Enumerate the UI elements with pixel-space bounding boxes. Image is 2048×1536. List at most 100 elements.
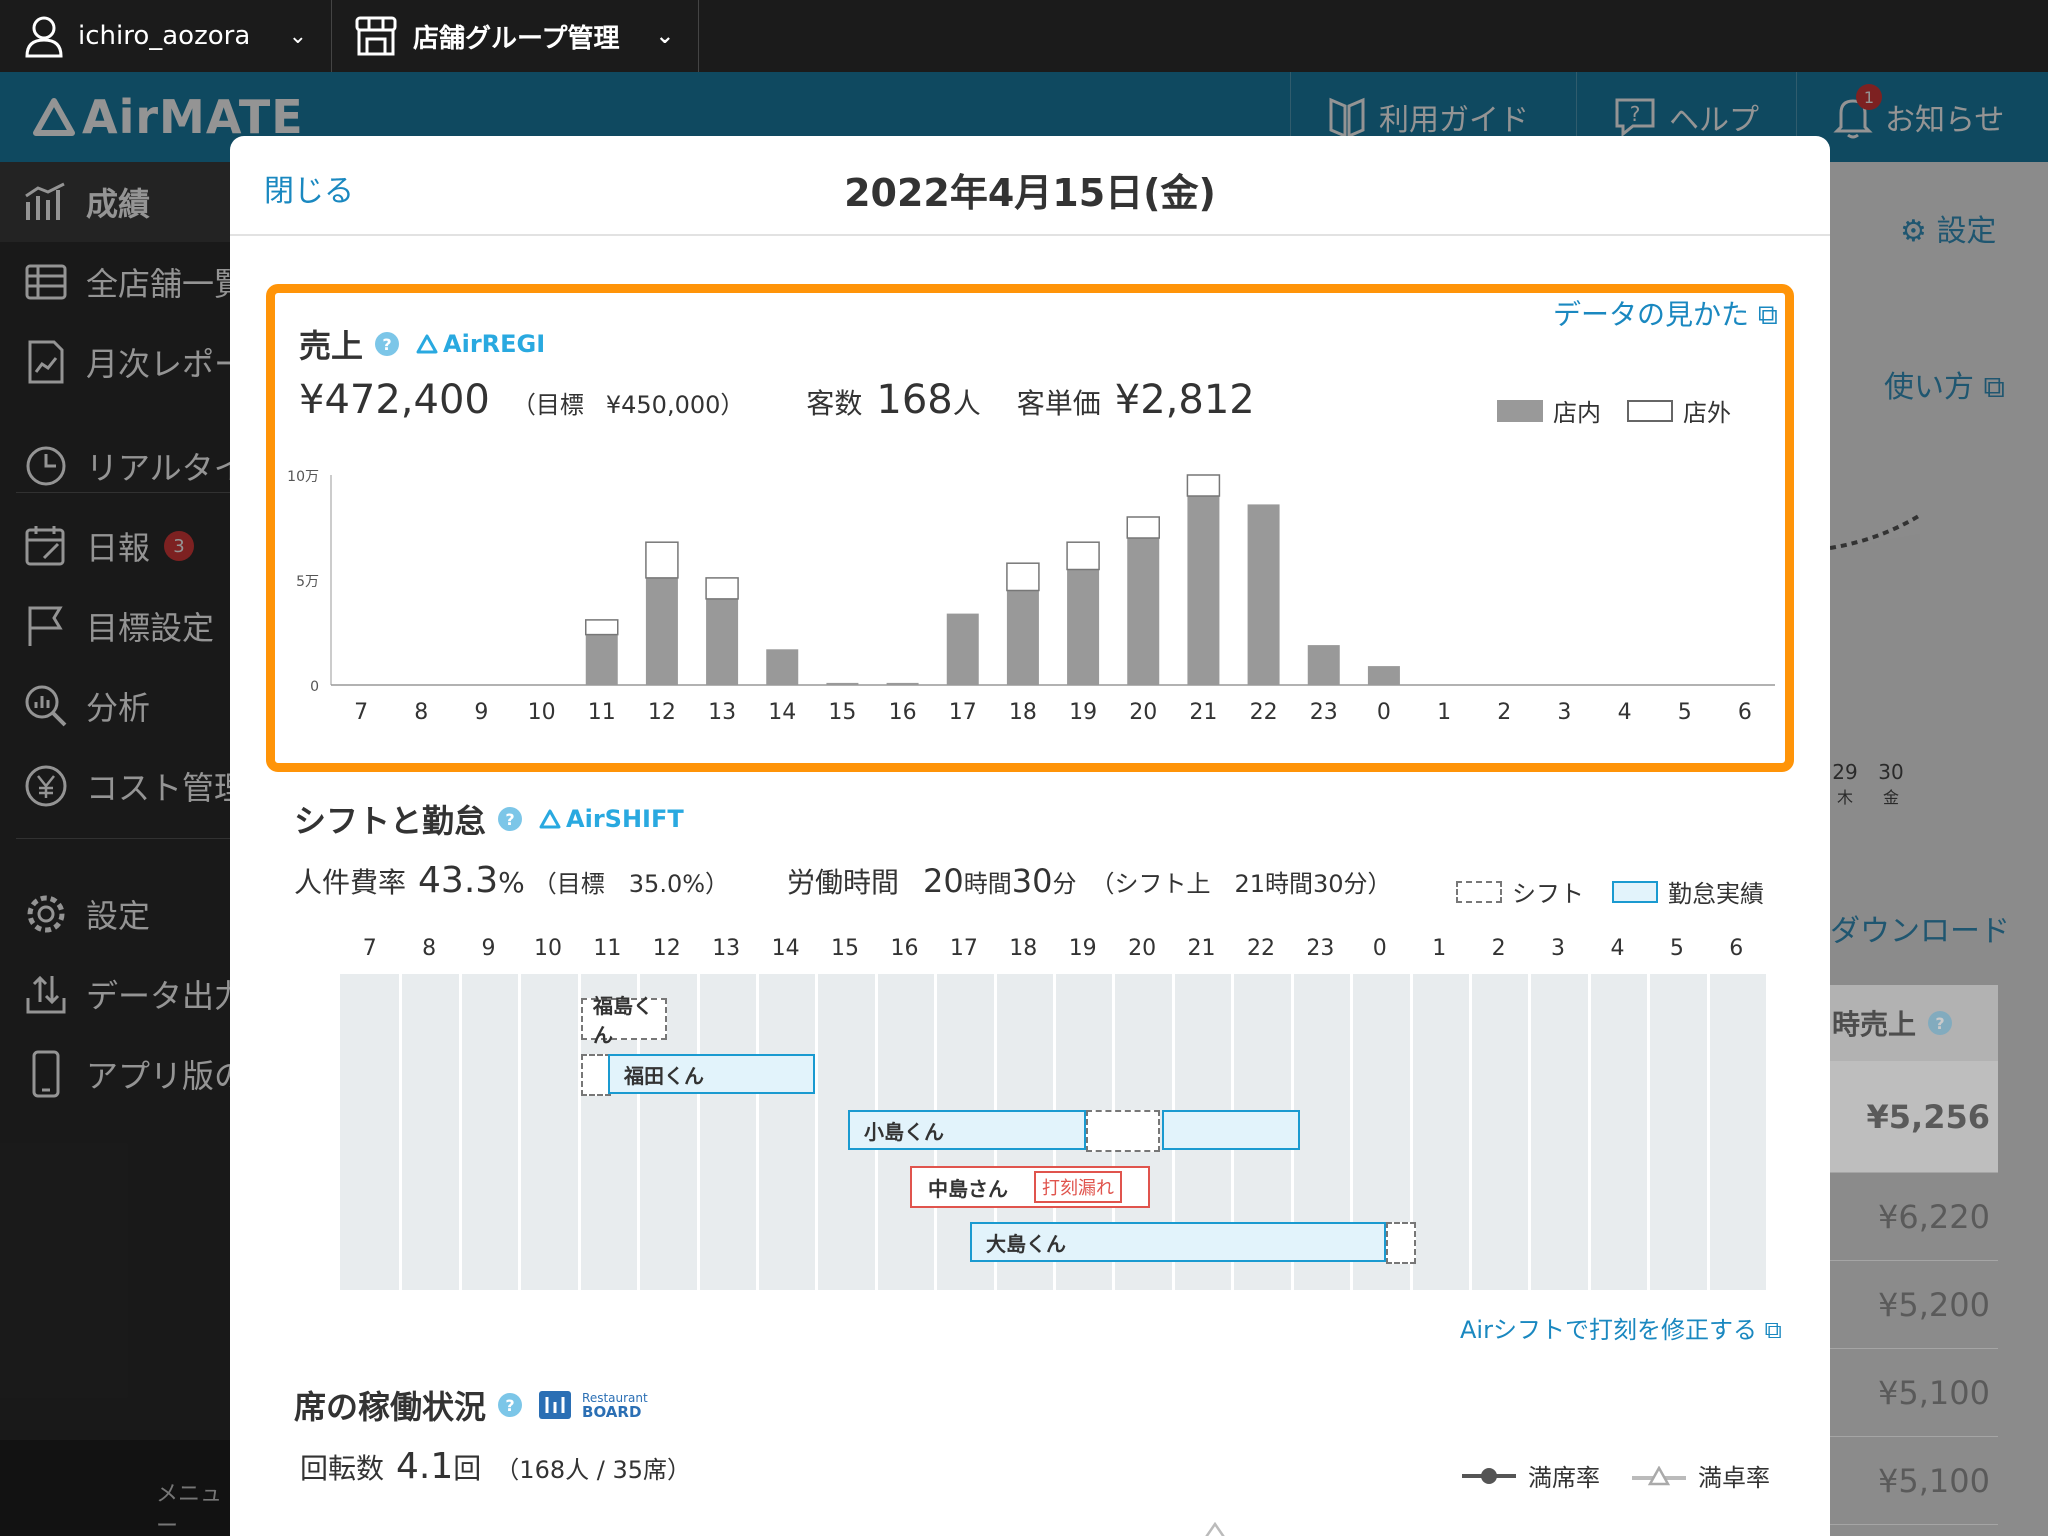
hour-label: 18 [1009, 936, 1038, 961]
work-hours-m: 30 [1011, 862, 1053, 900]
legend-label: 満席率 [1528, 1464, 1600, 1492]
legend-full-table: 満卓率 [1630, 1458, 1770, 1493]
help-icon[interactable]: ? [375, 332, 400, 356]
table-row: ¥5,100 [1830, 1437, 1998, 1525]
shift-bar-kojima[interactable]: 小島くん [848, 1110, 1086, 1150]
line-triangle-marker-icon [1632, 1465, 1686, 1485]
shift-bar-kojima-2[interactable] [1162, 1110, 1300, 1150]
bar-in-store [1187, 496, 1220, 685]
timeline-gridline [1647, 974, 1651, 1290]
turnover-detail: （168人 / 35席） [495, 1456, 691, 1484]
air-triangle-icon [416, 334, 438, 354]
x-tick-label: 10 [528, 700, 556, 725]
help-icon: ? [1928, 1011, 1953, 1035]
user-name: ichiro_aozora [78, 21, 251, 51]
legend-label: 満卓率 [1698, 1464, 1770, 1492]
seats-title: 席の稼働状況 [294, 1388, 487, 1426]
x-tick-label: 12 [648, 700, 676, 725]
bar-in-store [1006, 590, 1039, 685]
work-hours-shift: （シフト上 21時間30分） [1090, 870, 1392, 898]
x-tick-label: 1 [1437, 700, 1451, 725]
sales-section: データの見かた ⧉ 売上 ? AirREGI ¥472,400 （目標 ¥450… [266, 284, 1794, 772]
seats-chart-peak-marker [1205, 1522, 1225, 1536]
customers-unit: 人 [952, 387, 981, 420]
hour-label: 12 [652, 936, 681, 961]
shift-hour-axis: 7 8 9 10 11 12 13 14 15 16 17 18 19 20 21 22 23 0 1 2 3 4 5 6 [230, 936, 1830, 966]
sales-title-row: 売上 ? AirREGI [299, 321, 545, 367]
x-tick-label: 14 [768, 700, 796, 725]
x-tick-label: 22 [1250, 700, 1278, 725]
legend-swatch [1456, 880, 1502, 903]
modal-title: 2022年4月15日(金) [844, 171, 1216, 215]
data-howto-link[interactable]: データの見かた ⧉ [1553, 293, 1778, 333]
help-icon[interactable]: ? [498, 807, 523, 831]
bar-out-store [645, 541, 679, 579]
hour-label: 22 [1246, 936, 1275, 961]
hour-label: 23 [1306, 936, 1335, 961]
legend-swatch [1627, 399, 1673, 422]
shift-bar-fukuda[interactable]: 福田くん [608, 1054, 815, 1094]
background-dates: 29 30 木金 [1822, 760, 1914, 808]
labor-cost-value: 43.3 [418, 860, 499, 901]
work-hours-h-unit: 時間 [963, 870, 1012, 898]
bar-in-store [826, 682, 859, 685]
background-table: 時売上? ¥5,256 ¥6,220 ¥5,200 ¥5,100 ¥5,100 [1830, 985, 1998, 1525]
bar-in-store [1247, 504, 1280, 685]
hour-label: 13 [712, 936, 741, 961]
data-howto-label: データの見かた [1553, 298, 1750, 331]
x-tick-label: 15 [828, 700, 856, 725]
airregi-text: AirREGI [443, 330, 546, 358]
shift-bar-ojima[interactable]: 大島くん [970, 1222, 1386, 1262]
group-menu[interactable]: 店舗グループ管理 ⌄ [333, 0, 699, 72]
timeline-gridline [458, 974, 462, 1290]
shift-planned-ojima [1386, 1222, 1416, 1264]
x-tick-label: 16 [889, 700, 917, 725]
hour-label: 14 [771, 936, 800, 961]
unit-price-label: 客単価 [1016, 387, 1101, 420]
bar-out-store [585, 619, 619, 636]
x-tick-label: 17 [949, 700, 977, 725]
hour-label: 4 [1610, 936, 1625, 961]
hour-label: 3 [1550, 936, 1565, 961]
x-tick-label: 4 [1618, 700, 1632, 725]
timeline-gridline [1706, 974, 1710, 1290]
customers-value: 168 [876, 377, 953, 423]
daily-detail-modal: 閉じる 2022年4月15日(金) データの見かた ⧉ 売上 ? AirREGI… [230, 136, 1830, 1536]
customers-label: 客数 [806, 387, 863, 420]
group-name: 店舗グループ管理 [413, 23, 620, 54]
fix-punch-link[interactable]: Airシフトで打刻を修正する ⧉ [1460, 1310, 1782, 1345]
staff-name: 大島くん [986, 1231, 1066, 1256]
legend-out-store: 店外 [1627, 393, 1731, 428]
legend-label: 勤怠実績 [1668, 880, 1764, 908]
y-tick-label: 5万 [296, 574, 319, 590]
help-icon[interactable]: ? [498, 1393, 523, 1417]
shift-bar-fukushima[interactable]: 福島くん [581, 994, 667, 1047]
sales-amount: ¥472,400 [299, 377, 490, 423]
bar-out-store [1006, 562, 1040, 592]
shift-stats: 人件費率 43.3 % （目標 35.0%） 労働時間 20 時間 30 分 （… [294, 860, 1392, 901]
background-download-link: ダウンロード [1830, 906, 2010, 950]
hour-label: 8 [422, 936, 437, 961]
shift-bar-nakajima[interactable]: 中島さん 打刻漏れ [910, 1166, 1150, 1208]
airshift-text: AirSHIFT [566, 805, 684, 833]
sales-title: 売上 [299, 327, 364, 365]
line-circle-marker-icon [1462, 1467, 1516, 1484]
seats-stats: 回転数 4.1 回 （168人 / 35席） [300, 1446, 691, 1487]
table-row: ¥5,100 [1830, 1349, 1998, 1437]
bg-table-header-label: 時売上 [1832, 1008, 1917, 1041]
sales-target-value: ¥450,000） [605, 391, 745, 419]
hour-label: 2 [1491, 936, 1506, 961]
unit-price-value: ¥2,812 [1114, 377, 1255, 423]
timeline-gridline [696, 974, 700, 1290]
user-icon [25, 16, 63, 58]
bar-in-store [645, 577, 678, 685]
timeline-gridline [1587, 974, 1591, 1290]
labor-cost-unit: % [498, 866, 525, 899]
shift-title: シフトと勤怠 [294, 802, 487, 840]
user-menu[interactable]: ichiro_aozora ⌄ [0, 0, 332, 72]
x-tick-label: 23 [1310, 700, 1338, 725]
background-howto-link: 使い方 ⧉ [1884, 370, 2005, 405]
legend-shift: シフト [1456, 874, 1584, 909]
x-tick-label: 8 [414, 700, 428, 725]
sales-bar-chart: 05万10万7 8 9 10 11 12 13 14 15 16 17 18 19 20 21 22 23 0 1 2… [287, 469, 1775, 725]
